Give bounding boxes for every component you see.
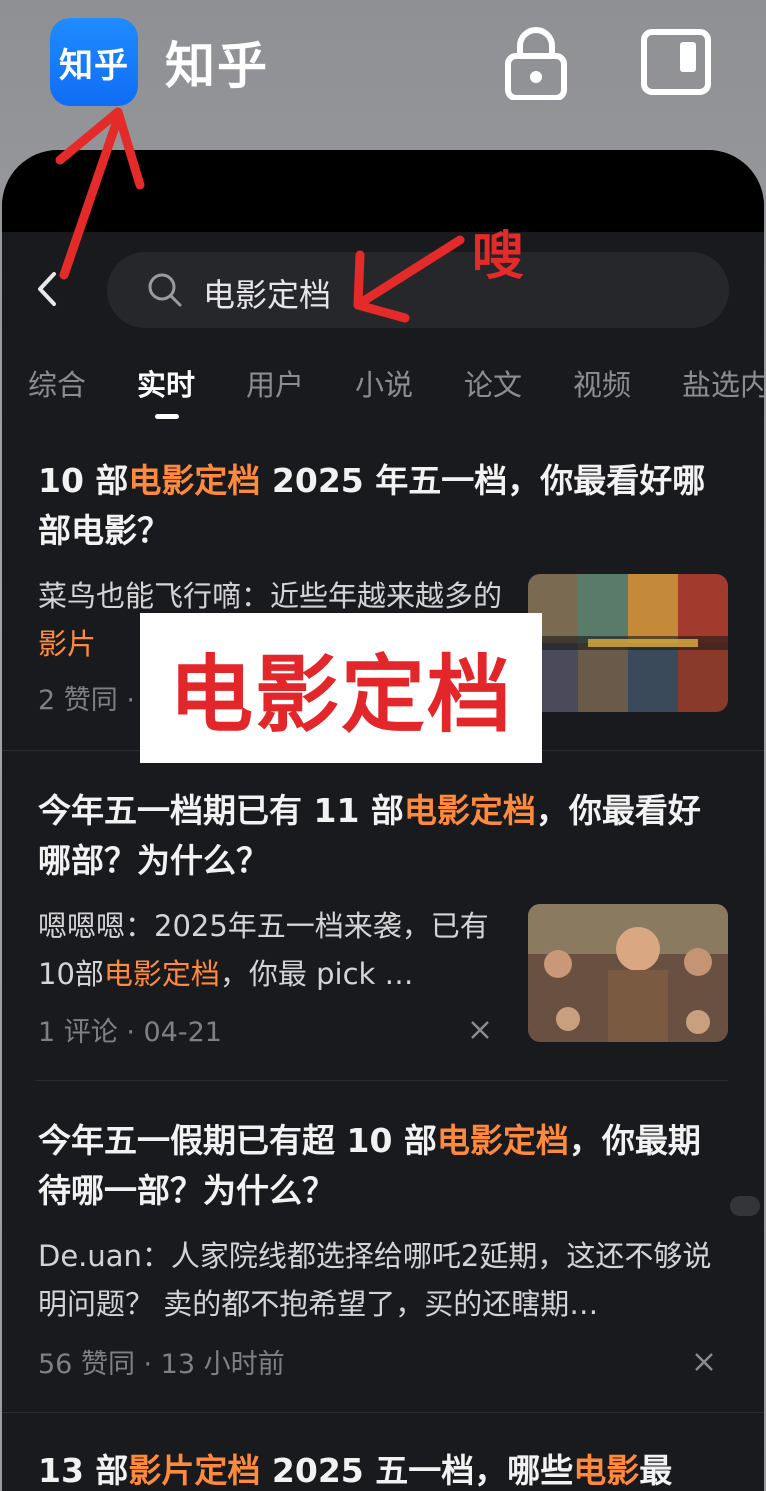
search-query-text: 电影定档 (203, 276, 332, 314)
split-screen-icon[interactable] (640, 28, 712, 96)
search-result-item[interactable]: 今年五一档期已有 11 部电影定档，你最看好哪部？为什么？ 嗯嗯嗯：2025年五… (2, 780, 764, 1080)
annotation-sou-text: 嗖 (472, 227, 525, 287)
result-thumbnail[interactable] (528, 574, 728, 712)
app-name: 知乎 (165, 37, 269, 95)
result-title[interactable]: 10 部电影定档 2025 年五一档，你最看好哪部电影？ (38, 456, 728, 556)
result-title[interactable]: 13 部影片定档 2025 五一档，哪些电影最 (38, 1446, 728, 1491)
search-result-item[interactable]: 13 部影片定档 2025 五一档，哪些电影最 (2, 1442, 764, 1491)
tab-yonghu[interactable]: 用户 (246, 362, 304, 404)
tab-xiaoshuo[interactable]: 小说 (355, 362, 413, 404)
search-input[interactable]: 电影定档 (107, 252, 729, 328)
watermark-badge (730, 1196, 760, 1216)
back-arrow-icon[interactable] (24, 264, 74, 314)
result-thumbnail[interactable] (528, 904, 728, 1042)
search-result-item[interactable]: 今年五一假期已有超 10 部电影定档，你最期待哪一部？为什么？ De.uan：人… (2, 1112, 764, 1412)
section-divider (2, 1412, 764, 1413)
tab-lunwen[interactable]: 论文 (464, 362, 522, 404)
status-bar-area (2, 150, 764, 232)
tab-shishi[interactable]: 实时 (137, 362, 195, 404)
active-tab-indicator (155, 414, 179, 419)
search-bar-row: 电影定档 (2, 250, 764, 330)
zhihu-app-icon[interactable]: 知乎 (50, 18, 138, 106)
close-icon[interactable] (468, 1018, 492, 1042)
tab-shipin[interactable]: 视频 (573, 362, 631, 404)
annotation-label-box: 电影定档 (140, 613, 542, 763)
result-snippet: De.uan：人家院线都选择给哪吒2延期，这还不够说明问题？ 卖的都不抱希望了，… (38, 1239, 712, 1321)
close-icon[interactable] (692, 1350, 716, 1374)
result-meta: 1 评论 · 04-21 (38, 1017, 222, 1048)
zhihu-app-window: 电影定档 综合 实时 用户 小说 论文 视频 盐选内 10 部电影定档 2025… (2, 150, 764, 1491)
search-icon (148, 273, 182, 307)
tab-zonghe[interactable]: 综合 (28, 362, 86, 404)
result-meta: 56 赞同 · 13 小时前 (38, 1349, 285, 1380)
lock-icon[interactable] (504, 24, 568, 100)
search-tabs: 综合 实时 用户 小说 论文 视频 盐选内 (2, 356, 764, 419)
result-meta: 2 赞同 · (38, 685, 135, 716)
movie-still-image (528, 904, 728, 1042)
tab-yanxuan[interactable]: 盐选内 (682, 362, 764, 404)
result-snippet: 嗯嗯嗯：2025年五一档来袭，已有10部电影定档，你最 pick … (38, 909, 489, 991)
movie-posters-collage-image (528, 574, 728, 712)
result-title[interactable]: 今年五一假期已有超 10 部电影定档，你最期待哪一部？为什么？ (38, 1116, 728, 1216)
result-title[interactable]: 今年五一档期已有 11 部电影定档，你最看好哪部？为什么？ (38, 786, 728, 886)
annotation-label-text: 电影定档 (168, 645, 513, 744)
app-switcher-header: 知乎 知乎 (0, 0, 766, 150)
section-divider (36, 1080, 728, 1081)
